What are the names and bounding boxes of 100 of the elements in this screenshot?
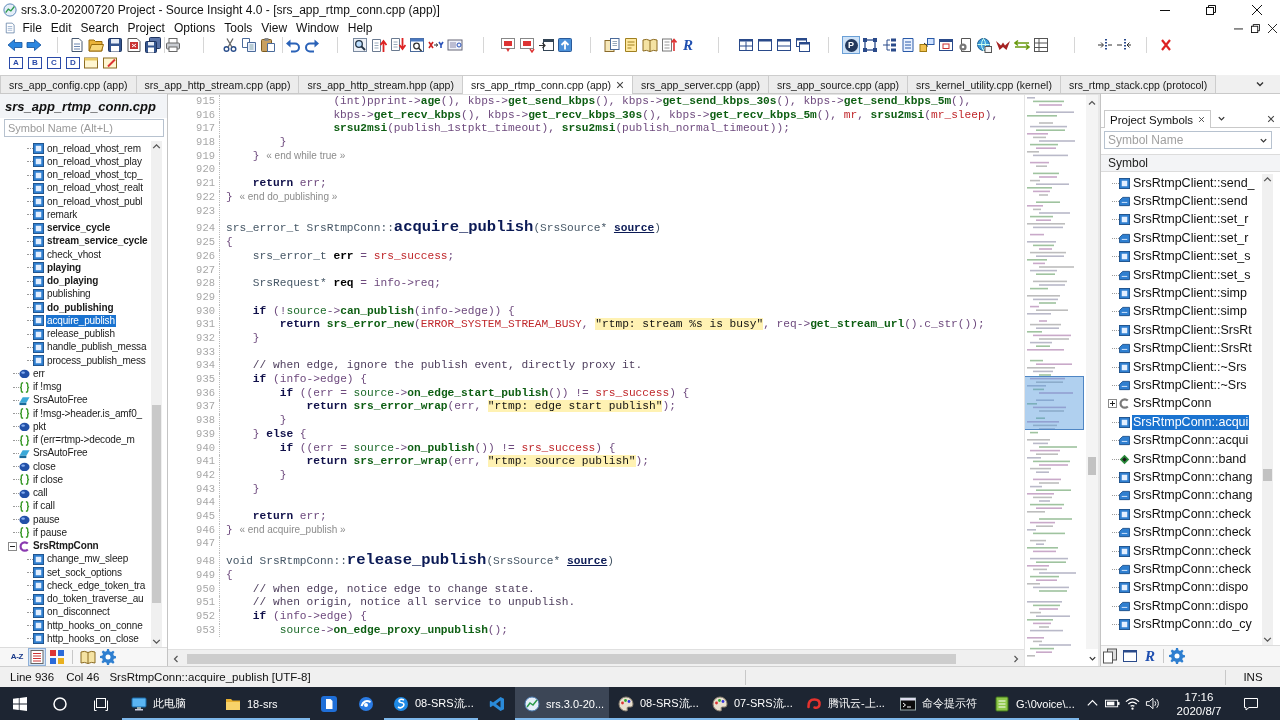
toolbar-button[interactable]: A-Z xyxy=(9,649,25,665)
indent-icon[interactable] xyxy=(1097,37,1113,53)
column-header[interactable]: Symbol xyxy=(1108,156,1148,170)
swirl-icon[interactable] xyxy=(357,695,374,712)
tree-item[interactable]: SrsAutoFree xyxy=(32,447,89,460)
task-view-icon[interactable] xyxy=(93,695,109,712)
tree-item[interactable]: err xyxy=(32,367,46,380)
close-icon[interactable] xyxy=(1198,116,1206,123)
scissors-icon[interactable] xyxy=(222,37,238,53)
document-close-icon[interactable] xyxy=(126,37,142,53)
menu-item[interactable]: File xyxy=(18,21,47,35)
scroll-left-icon[interactable] xyxy=(171,653,181,664)
symbol-item[interactable]: SrsRtmpClient::set_r xyxy=(1132,212,1250,228)
taskbar-button[interactable]: 腾讯云-上... xyxy=(797,687,891,720)
symbol-item[interactable]: SrsRtmpConn::dispo xyxy=(1132,598,1250,614)
ribbon-icon[interactable] xyxy=(488,695,505,712)
file-tab[interactable]: srs_app_config.cpp (app) xyxy=(0,75,137,93)
toolbar-button[interactable]: R xyxy=(1142,648,1158,664)
tree-item[interactable]: service_cycle xyxy=(46,222,112,235)
symbol-item[interactable]: SrsRtmpClient::~Srs xyxy=(1132,378,1248,393)
tree-icon[interactable] xyxy=(881,37,897,53)
menu-item[interactable]: Project xyxy=(123,21,170,35)
window-icon[interactable] xyxy=(757,37,773,53)
clipboard-icon[interactable] xyxy=(260,37,276,53)
cascade-windows-icon[interactable] xyxy=(795,37,811,53)
window-icon[interactable] xyxy=(1122,648,1138,664)
tree-item[interactable]: stream_service_cycle xyxy=(46,235,149,248)
symbol-item[interactable]: SrsRtmpClient::send_ xyxy=(1132,175,1256,191)
tree-item[interactable]: check_edge_token_tra xyxy=(46,579,147,592)
tree-item[interactable]: do_playing xyxy=(46,275,100,288)
blocks-icon[interactable] xyxy=(49,649,65,665)
bookmark-icon[interactable] xyxy=(500,37,516,53)
tree-item[interactable]: SrsRtmpConn xyxy=(32,540,100,553)
toolbar-button[interactable]: R xyxy=(680,37,696,53)
symbol-item[interactable]: SrsRtmpConn::acqui xyxy=(1132,414,1250,430)
redo-icon[interactable] xyxy=(304,37,320,53)
file-tab[interactable]: srs_app_http_stream.hpp (app) xyxy=(298,75,463,93)
symbol-item[interactable]: SrsRtmpConn::band xyxy=(1132,451,1248,467)
window-arrow-icon[interactable] xyxy=(538,37,554,53)
close-icon[interactable] xyxy=(1252,5,1262,15)
chevron-down-icon[interactable] xyxy=(1255,79,1265,89)
tree-item[interactable]: if call xyxy=(32,500,56,513)
toolbar-button[interactable]: B xyxy=(28,57,42,69)
notes-icon[interactable] xyxy=(623,37,639,53)
scrollbar-thumb[interactable] xyxy=(1263,469,1272,481)
symbol-item[interactable]: SrsRtmpConn::dispo xyxy=(1132,580,1250,596)
symbol-item[interactable]: SrsRtmpConn::check xyxy=(1132,543,1253,559)
symbol-item[interactable]: SrsRtmpClient::set_s xyxy=(1132,267,1252,283)
tree-item[interactable]: remark xyxy=(46,208,79,221)
document-down-arrow-icon[interactable] xyxy=(390,37,406,53)
tree-item[interactable]: do_publishing xyxy=(46,301,115,314)
file-tab[interactable]: srs_app_server.cpp (app) xyxy=(632,75,770,93)
symbol-item[interactable]: SrsRtmpConn::check xyxy=(1132,525,1253,541)
search-field[interactable]: Symbol Name (Alt+L) xyxy=(4,119,164,137)
menu-item[interactable]: Edit xyxy=(46,21,77,35)
symbol-item[interactable]: SrsRtmpConn::acqui xyxy=(1132,433,1250,449)
document-stack-icon[interactable] xyxy=(1102,648,1118,664)
file-tab[interactable]: srs_rtmp_stack.cpp (protocol) xyxy=(1059,75,1217,93)
bookmark-arrow-icon[interactable] xyxy=(519,37,535,53)
chevron-down-icon[interactable] xyxy=(1217,114,1227,123)
tree-item[interactable]: if (err=rtmp->decode_m xyxy=(32,434,136,447)
lookup-icon[interactable] xyxy=(447,37,463,53)
restore-icon[interactable] xyxy=(1206,5,1216,15)
tree-item[interactable]: if pause xyxy=(32,526,68,539)
book-icon[interactable] xyxy=(80,649,96,665)
tree-item[interactable]: on_reload_vhost_realt xyxy=(46,182,144,195)
tree-item[interactable]: on_reload_vhost_rem xyxy=(46,142,142,155)
tree-item[interactable]: if close xyxy=(32,473,64,486)
tree-item[interactable]: process_publish_mess xyxy=(46,354,147,367)
dialog-icon[interactable] xyxy=(938,37,954,53)
toolbar-button[interactable]: P xyxy=(843,37,859,53)
gear-icon[interactable] xyxy=(100,649,116,665)
notification-icon[interactable] xyxy=(1243,695,1259,712)
menu-item[interactable]: Search xyxy=(76,21,124,35)
search-field[interactable]: Symbol Name xyxy=(1104,131,1272,149)
symbol-item[interactable]: SrsRtmpConn::do_cy xyxy=(1132,617,1253,633)
new-document-icon[interactable] xyxy=(69,37,85,53)
taskbar-button[interactable]: 18-srs xyxy=(216,687,310,720)
split-window-icon[interactable] xyxy=(776,37,792,53)
symbol-item[interactable]: SrsRtmpClient::send xyxy=(1132,194,1249,210)
taskbar-button[interactable]: 08-SRS流... xyxy=(384,687,478,720)
copy-icon[interactable] xyxy=(241,37,257,53)
close-icon[interactable] xyxy=(616,81,625,89)
search-window-icon[interactable] xyxy=(409,37,425,53)
symbol-item[interactable]: SrsRtmpConn xyxy=(1132,396,1213,412)
document-icon[interactable] xyxy=(900,37,916,53)
symbol-item[interactable]: SrsRtmpClient::simp xyxy=(1132,304,1248,320)
file-tab[interactable]: srs_app_source.cpp (app) xyxy=(768,75,909,93)
floppy-stack-icon[interactable] xyxy=(145,37,161,53)
tree-item[interactable]: publishing xyxy=(46,288,92,301)
wifi-icon[interactable] xyxy=(1125,696,1140,711)
undo-icon[interactable] xyxy=(285,37,301,53)
tree-item[interactable]: release_publish xyxy=(46,328,116,341)
taskbar-button[interactable]: 08-SRS流... xyxy=(609,687,703,720)
scrollbar-thumb[interactable] xyxy=(152,405,161,603)
symbol-item[interactable]: SrsRtmpClient::set_r xyxy=(1132,230,1250,246)
tree-item[interactable]: handle_publish_messa xyxy=(46,341,148,354)
file-tab[interactable]: srs_kernel_utility.cpp (kernel) xyxy=(907,75,1061,93)
taskbar-button[interactable]: 07-SRS流... xyxy=(703,687,797,720)
symbol-item[interactable]: SrsRtmpClient::simp xyxy=(1132,286,1248,302)
